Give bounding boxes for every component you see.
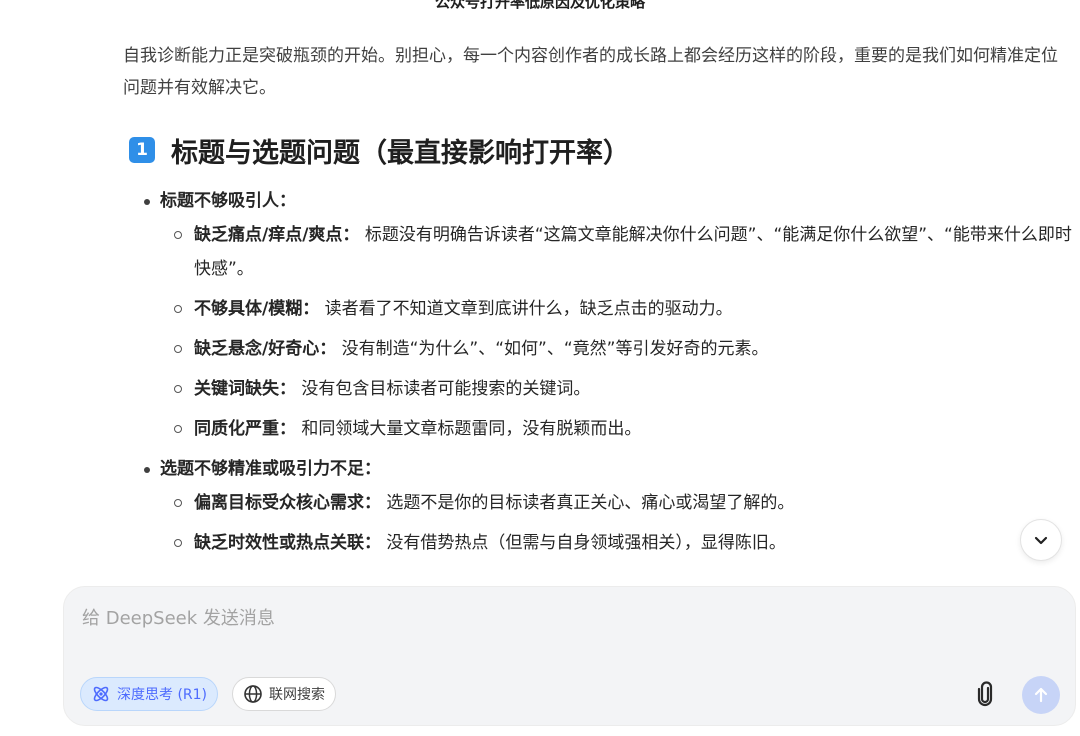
item-desc: 和同领域大量文章标题雷同，没有脱颖而出。 (301, 419, 642, 439)
item-term: 不够具体/模糊： (194, 299, 320, 319)
item-term: 缺乏悬念/好奇心： (194, 339, 337, 359)
list-item: 不够具体/模糊： 读者看了不知道文章到底讲什么，缺乏点击的驱动力。 (123, 292, 1073, 326)
list-item: 关键词缺失： 没有包含目标读者可能搜索的关键词。 (123, 372, 1073, 406)
intro-paragraph: 自我诊断能力正是突破瓶颈的开始。别担心，每一个内容创作者的成长路上都会经历这样的… (123, 46, 1058, 98)
item-term: 同质化严重： (194, 419, 296, 439)
message-content: 自我诊断能力正是突破瓶颈的开始。别担心，每一个内容创作者的成长路上都会经历这样的… (123, 40, 1073, 566)
item-term: 缺乏时效性或热点关联： (194, 533, 381, 553)
web-search-toggle[interactable]: 联网搜索 (232, 677, 336, 711)
scroll-to-bottom-button[interactable] (1020, 519, 1062, 561)
web-search-label: 联网搜索 (269, 687, 325, 703)
section-title: 标题与选题问题（最直接影响打开率） (171, 137, 630, 169)
bullet-label: 标题不够吸引人： (160, 191, 296, 211)
bullet-list: 标题不够吸引人： 缺乏痛点/痒点/爽点： 标题没有明确告诉读者“这篇文章能解决你… (123, 184, 1073, 560)
list-item: 同质化严重： 和同领域大量文章标题雷同，没有脱颖而出。 (123, 412, 1073, 446)
list-item: 缺乏时效性或热点关联： 没有借势热点（但需与自身领域强相关），显得陈旧。 (123, 526, 1073, 560)
page-title: 公众号打开率低原因及优化策略 (434, 0, 645, 11)
list-item: 缺乏痛点/痒点/爽点： 标题没有明确告诉读者“这篇文章能解决你什么问题”、“能满… (123, 218, 1073, 286)
item-desc: 没有制造“为什么”、“如何”、“竟然”等引发好奇的元素。 (341, 339, 769, 359)
number-badge: 1 (129, 137, 155, 163)
item-desc: 没有包含目标读者可能搜索的关键词。 (301, 379, 591, 399)
deep-think-label: 深度思考 (R1) (117, 687, 208, 703)
item-term: 关键词缺失： (194, 379, 296, 399)
atom-icon (93, 686, 109, 702)
deep-think-toggle[interactable]: 深度思考 (R1) (80, 677, 219, 711)
paperclip-icon (977, 681, 993, 707)
item-desc: 读者看了不知道文章到底讲什么，缺乏点击的驱动力。 (324, 299, 733, 319)
send-button[interactable] (1022, 676, 1060, 714)
sub-list: 缺乏痛点/痒点/爽点： 标题没有明确告诉读者“这篇文章能解决你什么问题”、“能满… (123, 218, 1073, 446)
attach-button[interactable] (970, 679, 1000, 709)
item-desc: 没有借势热点（但需与自身领域强相关），显得陈旧。 (386, 533, 786, 553)
item-desc: 选题不是你的目标读者真正关心、痛心或渴望了解的。 (386, 493, 795, 513)
item-term: 缺乏痛点/痒点/爽点： (194, 225, 360, 245)
list-item: 偏离目标受众核心需求： 选题不是你的目标读者真正关心、痛心或渴望了解的。 (123, 486, 1073, 520)
list-item: 缺乏悬念/好奇心： 没有制造“为什么”、“如何”、“竟然”等引发好奇的元素。 (123, 332, 1073, 366)
globe-icon (244, 685, 262, 703)
chevron-down-icon (1034, 536, 1048, 545)
bullet-label: 选题不够精准或吸引力不足： (160, 459, 381, 479)
message-composer: 深度思考 (R1) 联网搜索 (63, 586, 1076, 726)
item-term: 偏离目标受众核心需求： (194, 493, 381, 513)
message-input[interactable] (80, 603, 984, 633)
arrow-up-icon (1034, 687, 1048, 703)
bullet-group-title: 标题不够吸引人： (123, 184, 1073, 218)
section-heading: 1 标题与选题问题（最直接影响打开率） (123, 130, 1073, 170)
sub-list: 偏离目标受众核心需求： 选题不是你的目标读者真正关心、痛心或渴望了解的。 缺乏时… (123, 486, 1073, 560)
bullet-group-title: 选题不够精准或吸引力不足： (123, 452, 1073, 486)
